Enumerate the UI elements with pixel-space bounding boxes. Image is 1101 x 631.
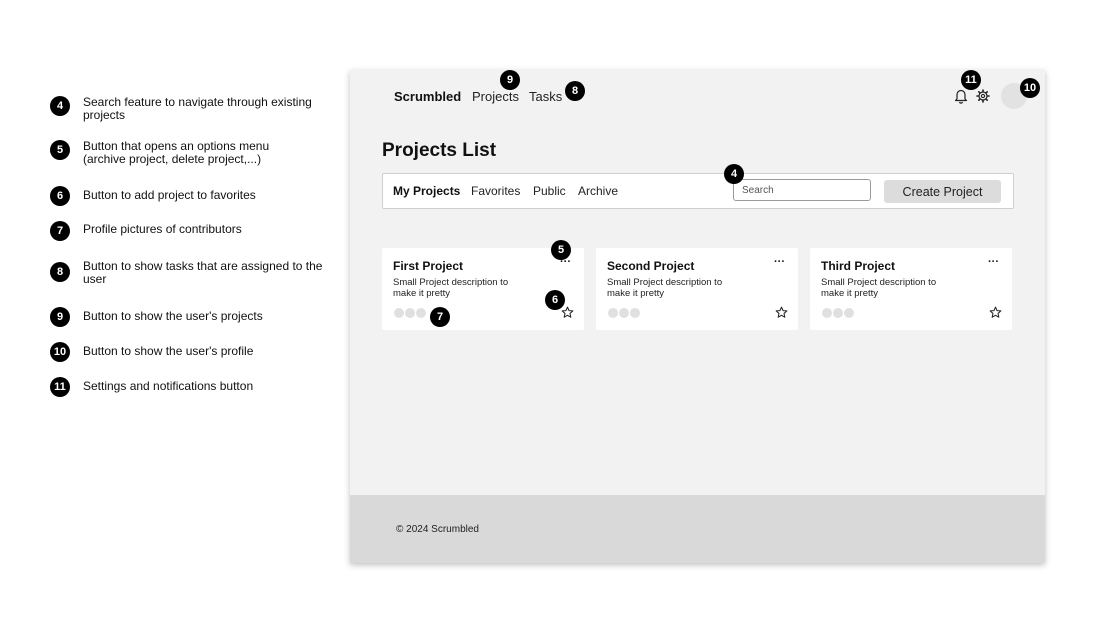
- tab-public[interactable]: Public: [533, 184, 566, 198]
- footer-copyright: © 2024 Scrumbled: [396, 524, 479, 535]
- footer: © 2024 Scrumbled: [350, 495, 1045, 563]
- search-input[interactable]: [733, 179, 871, 201]
- annotation-badge-search: 4: [724, 164, 744, 184]
- legend-text: Button to show the user's projects: [83, 309, 263, 323]
- legend-text: Settings and notifications button: [83, 379, 254, 393]
- annotation-badge-profile: 10: [1020, 78, 1040, 98]
- project-description: Small Project description to make it pre…: [821, 277, 937, 299]
- app-frame: Scrumbled Projects Tasks Projects List M…: [350, 70, 1045, 563]
- contributor-avatar: [415, 307, 427, 319]
- legend-badge: 8: [50, 262, 70, 282]
- star-icon[interactable]: [775, 306, 788, 319]
- annotation-badge-projects: 9: [500, 70, 520, 90]
- brand-logo[interactable]: Scrumbled: [394, 89, 461, 104]
- star-icon[interactable]: [561, 306, 574, 319]
- legend-text: Button to show tasks that are assigned t…: [83, 259, 323, 286]
- nav-tasks-link[interactable]: Tasks: [529, 89, 562, 104]
- more-options-icon[interactable]: ···: [774, 256, 785, 268]
- project-card[interactable]: Third Project Small Project description …: [810, 248, 1012, 330]
- legend-text: Profile pictures of contributors: [83, 222, 242, 236]
- legend-text: Button that opens an options menu (archi…: [83, 139, 270, 166]
- project-description: Small Project description to make it pre…: [393, 277, 509, 299]
- legend-text: Button to show the user's profile: [83, 344, 254, 358]
- project-tabs-bar: My Projects Favorites Public Archive Cre…: [382, 173, 1014, 209]
- tab-archive[interactable]: Archive: [578, 184, 618, 198]
- legend-badge: 7: [50, 221, 70, 241]
- project-card[interactable]: First Project Small Project description …: [382, 248, 584, 330]
- more-options-icon[interactable]: ···: [988, 256, 999, 268]
- annotation-badge-favorite: 6: [545, 290, 565, 310]
- project-card[interactable]: Second Project Small Project description…: [596, 248, 798, 330]
- star-icon[interactable]: [989, 306, 1002, 319]
- legend-text: Button to add project to favorites: [83, 188, 256, 202]
- contributor-avatar: [843, 307, 855, 319]
- tab-my-projects[interactable]: My Projects: [393, 184, 460, 198]
- annotation-badge-options: 5: [551, 240, 571, 260]
- annotation-badge-contributors: 7: [430, 307, 450, 327]
- gear-icon[interactable]: [976, 89, 990, 103]
- project-title[interactable]: First Project: [393, 259, 463, 273]
- legend-badge: 11: [50, 377, 70, 397]
- legend-badge: 5: [50, 140, 70, 160]
- legend-badge: 6: [50, 186, 70, 206]
- create-project-button[interactable]: Create Project: [884, 180, 1001, 203]
- annotation-badge-tasks: 8: [565, 81, 585, 101]
- contributor-avatar: [629, 307, 641, 319]
- project-description: Small Project description to make it pre…: [607, 277, 723, 299]
- legend-text: Search feature to navigate through exist…: [83, 95, 312, 122]
- annotation-badge-settings: 11: [961, 70, 981, 90]
- legend-badge: 9: [50, 307, 70, 327]
- project-title[interactable]: Second Project: [607, 259, 694, 273]
- bell-icon[interactable]: [954, 88, 968, 104]
- nav-projects-link[interactable]: Projects: [472, 89, 519, 104]
- page-title: Projects List: [382, 140, 497, 161]
- legend-badge: 10: [50, 342, 70, 362]
- legend-badge: 4: [50, 96, 70, 116]
- project-title[interactable]: Third Project: [821, 259, 895, 273]
- tab-favorites[interactable]: Favorites: [471, 184, 520, 198]
